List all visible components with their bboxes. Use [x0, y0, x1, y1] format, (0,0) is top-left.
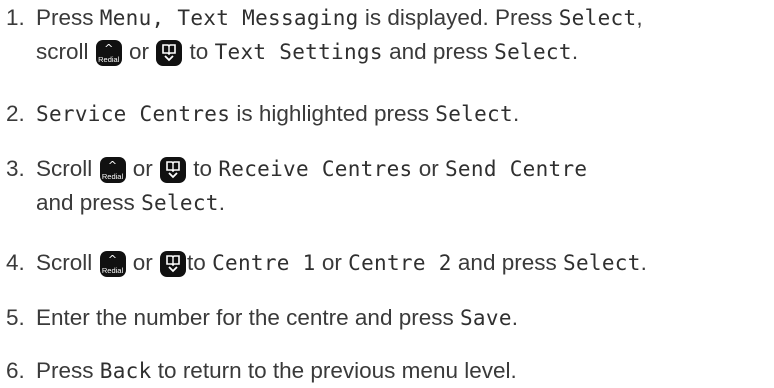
instruction-list: 1. Press Menu, Text Messaging is displaye…	[0, 0, 774, 388]
step-text: and press	[382, 39, 495, 64]
step-text: .	[511, 305, 519, 330]
step-text: to return to the previous menu level.	[151, 358, 517, 383]
display-text: Back	[99, 359, 152, 383]
step-2: 2. Service Centres is highlighted press S…	[6, 97, 768, 131]
step-text: or	[126, 156, 160, 181]
step-text: is highlighted press	[230, 101, 436, 126]
step-text: Scroll	[36, 156, 99, 181]
step-number: 4.	[6, 250, 25, 275]
display-text: Send Centre	[444, 157, 588, 181]
step-text: is displayed. Press	[358, 5, 559, 30]
phonebook-down-key-icon	[156, 40, 183, 66]
display-text: Text Settings	[214, 40, 383, 64]
step-text: .	[218, 190, 225, 215]
step-text: .	[512, 101, 520, 126]
step-text: scroll	[36, 39, 95, 64]
display-text: Menu, Text Messaging	[99, 6, 359, 30]
display-text: Select	[558, 6, 637, 30]
display-text: Select	[435, 102, 513, 126]
step-text: Scroll	[36, 250, 99, 275]
redial-key-label: Redial	[101, 266, 124, 275]
step-number: 5.	[6, 305, 25, 330]
step-text: or	[126, 250, 160, 275]
step-text: to	[187, 250, 213, 275]
step-text: Press	[36, 5, 100, 30]
step-5: 5. Enter the number for the centre and pr…	[6, 301, 768, 335]
step-text: or	[412, 156, 445, 181]
step-text: or	[315, 250, 349, 275]
step-text: Press	[36, 358, 100, 383]
step-text: to	[187, 156, 219, 181]
display-text: Centre 2	[348, 251, 452, 275]
step-text: .	[571, 39, 579, 64]
display-text: Select	[563, 251, 641, 275]
step-text: Enter the number for the centre and pres…	[36, 305, 460, 330]
step-text: ,	[636, 5, 643, 30]
step-text: and press	[36, 190, 142, 215]
display-text: Select	[494, 40, 572, 64]
step-text: and press	[451, 250, 563, 275]
step-text: or	[122, 39, 156, 64]
step-4: 4. Scroll ^ Redial or to Centre 1 or Centr…	[6, 246, 768, 280]
redial-up-key-icon: ^ Redial	[99, 157, 126, 183]
step-number: 3.	[6, 156, 25, 181]
redial-key-label: Redial	[98, 55, 120, 64]
step-text: to	[183, 39, 215, 64]
step-number: 1.	[6, 5, 25, 30]
step-text: .	[640, 250, 647, 275]
phonebook-down-key-icon	[160, 251, 187, 277]
display-text: Centre 1	[212, 251, 316, 275]
step-6: 6. Press Back to return to the previous m…	[6, 354, 768, 388]
redial-key-label: Redial	[101, 172, 124, 181]
step-1: 1. Press Menu, Text Messaging is displaye…	[6, 1, 768, 69]
redial-up-key-icon: ^ Redial	[95, 40, 122, 66]
phonebook-down-key-icon	[160, 157, 187, 183]
redial-up-key-icon: ^ Redial	[99, 251, 126, 277]
display-text: Save	[459, 306, 512, 330]
step-3: 3. Scroll ^ Redial or to Receive Centres o…	[6, 152, 768, 220]
display-text: Select	[141, 191, 219, 215]
display-text: Receive Centres	[218, 157, 413, 181]
display-text: Service Centres	[36, 102, 231, 126]
step-number: 2.	[6, 101, 25, 126]
step-number: 6.	[6, 358, 25, 383]
